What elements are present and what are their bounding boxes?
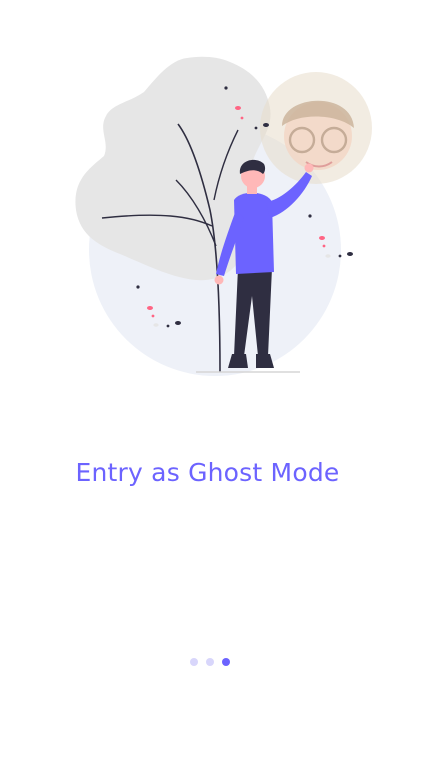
- page-dot-1[interactable]: [189, 658, 198, 666]
- page-dot-2[interactable]: [205, 658, 214, 666]
- person-reaching-for-avatar-illustration: [75, 56, 372, 376]
- page-indicator: [0, 658, 423, 666]
- page-dot-3-active[interactable]: [221, 658, 230, 666]
- onboarding-title: Entry as Ghost Mode: [75, 458, 340, 487]
- avatar-bubble: [260, 72, 372, 184]
